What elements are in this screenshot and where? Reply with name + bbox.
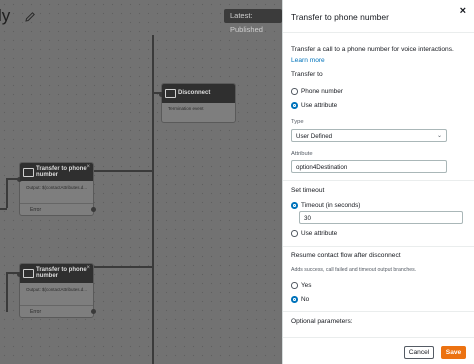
connector-line — [6, 272, 8, 312]
radio-button[interactable] — [291, 230, 298, 237]
block-close-icon[interactable]: × — [86, 265, 90, 271]
block-title: Disconnect — [178, 90, 211, 96]
resume-label: Resume contact flow after disconnect — [291, 252, 401, 259]
block-subtitle: Output: $(contactAttributes.d... — [26, 185, 88, 190]
flow-canvas[interactable]: ly Latest: Published Disconnect Terminat… — [0, 0, 282, 364]
set-timeout-label: Set timeout — [291, 187, 325, 194]
radio-label: No — [301, 296, 310, 303]
branch-label: Error — [30, 207, 42, 213]
learn-more-link[interactable]: Learn more — [291, 57, 325, 64]
block-title: Transfer to phone number — [36, 166, 87, 178]
connector-line — [94, 266, 152, 268]
type-value: User Defined — [296, 133, 333, 140]
phone-transfer-icon — [23, 269, 34, 278]
radio-button-selected[interactable] — [291, 202, 298, 209]
resume-hint: Adds success, call failed and timeout ou… — [291, 267, 417, 273]
error-branch: Error — [20, 305, 96, 317]
output-connector[interactable] — [91, 207, 96, 212]
error-branch: Error — [20, 203, 96, 215]
description-text: Transfer a call to a phone number for vo… — [291, 46, 454, 53]
attribute-input[interactable]: option4Destination — [291, 160, 447, 173]
type-label: Type — [291, 119, 304, 125]
transfer-to-label: Transfer to — [291, 71, 323, 78]
transfer-to-phone-block[interactable]: Transfer to phone number × Output: $(con… — [17, 263, 96, 318]
block-header: Transfer to phone number × — [20, 163, 93, 181]
connector-line — [152, 35, 154, 364]
timeout-value: 30 — [304, 215, 311, 222]
divider — [283, 311, 474, 312]
radio-button[interactable] — [291, 282, 298, 289]
block-header: Transfer to phone number × — [20, 264, 93, 283]
panel-title: Transfer to phone number — [291, 12, 389, 22]
branch-label: Error — [30, 309, 42, 315]
block-close-icon[interactable]: × — [86, 164, 90, 170]
divider — [283, 32, 474, 33]
divider — [283, 180, 474, 181]
radio-button-selected[interactable] — [291, 296, 298, 303]
chevron-down-icon: ⌄ — [436, 133, 442, 139]
connector-line — [94, 170, 152, 172]
disconnect-block[interactable]: Disconnect Termination event — [159, 83, 236, 123]
radio-label: Yes — [301, 282, 312, 289]
save-button[interactable]: Save — [441, 346, 466, 359]
flow-title: ly — [0, 6, 11, 25]
attribute-label: Attribute — [291, 151, 313, 157]
disconnect-icon — [165, 89, 176, 98]
properties-panel: Transfer to phone number × Transfer a ca… — [282, 0, 474, 364]
block-subtitle: Output: $(contactAttributes.d... — [26, 287, 88, 292]
edit-pencil-icon[interactable] — [24, 11, 36, 23]
close-icon[interactable]: × — [460, 5, 466, 17]
panel-footer: Cancel Save — [283, 337, 474, 364]
panel-description: Transfer a call to a phone number for vo… — [291, 44, 469, 66]
radio-label: Use attribute — [301, 102, 338, 109]
connector-line — [0, 208, 7, 210]
block-header: Disconnect — [162, 84, 235, 103]
radio-button[interactable] — [291, 88, 298, 95]
radio-button-selected[interactable] — [291, 102, 298, 109]
radio-label: Use attribute — [301, 230, 338, 237]
divider — [283, 246, 474, 247]
connector-line — [6, 178, 8, 208]
attribute-value: option4Destination — [296, 164, 348, 171]
timeout-input[interactable]: 30 — [299, 211, 463, 224]
block-subtitle: Termination event — [168, 106, 204, 111]
publish-status-badge: Latest: Published — [224, 9, 282, 34]
radio-label: Phone number — [301, 88, 343, 95]
optional-parameters-label: Optional parameters: — [291, 318, 353, 325]
phone-transfer-icon — [23, 168, 34, 177]
block-title: Transfer to phone number — [36, 267, 87, 279]
transfer-to-phone-block[interactable]: Transfer to phone number × Output: $(con… — [17, 162, 96, 216]
radio-label: Timeout (in seconds) — [301, 202, 361, 209]
cancel-button[interactable]: Cancel — [404, 346, 434, 359]
type-select[interactable]: User Defined ⌄ — [291, 129, 447, 142]
output-connector[interactable] — [91, 309, 96, 314]
